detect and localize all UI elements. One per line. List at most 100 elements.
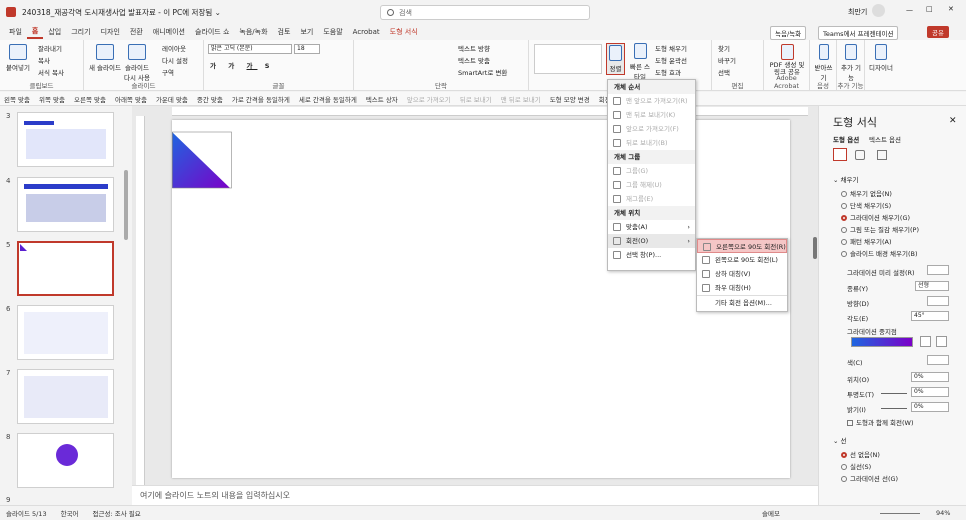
menu-rotate[interactable]: 회전(O) ›: [608, 234, 695, 248]
section-button[interactable]: 구역: [162, 67, 174, 77]
radio-picture-fill[interactable]: 그림 또는 질감 채우기(P): [841, 224, 919, 234]
smartart-button[interactable]: SmartArt로 변환: [458, 67, 507, 77]
add-stop-button[interactable]: [920, 336, 931, 347]
tab-text-options[interactable]: 텍스트 옵션: [869, 134, 901, 144]
quick-styles-button[interactable]: 빠른 스타일: [629, 43, 651, 81]
language-indicator[interactable]: 한국어: [61, 508, 79, 518]
shapes-gallery[interactable]: [534, 44, 602, 74]
tab-slideshow[interactable]: 슬라이드 쇼: [190, 27, 234, 37]
qat-bring-forward[interactable]: 앞으로 가져오기: [407, 94, 451, 104]
notes-toggle[interactable]: 슬메모: [762, 508, 780, 518]
record-button[interactable]: 녹음/녹화: [770, 26, 807, 40]
slide-thumbnail-selected[interactable]: [17, 241, 114, 296]
radio-solid-fill[interactable]: 단색 채우기(S): [841, 200, 891, 210]
share-button[interactable]: 공유: [927, 26, 949, 38]
slide-thumbnail[interactable]: [17, 305, 114, 360]
qat-distribute-v[interactable]: 세로 간격을 동일하게: [299, 94, 357, 104]
editor-scrollbar[interactable]: [813, 237, 817, 259]
tab-animations[interactable]: 애니메이션: [148, 27, 190, 37]
color-dropdown[interactable]: [927, 355, 949, 365]
radio-no-line[interactable]: 선 없음(N): [841, 449, 880, 459]
menu-bring-forward[interactable]: 앞으로 가져오기(F): [608, 122, 695, 136]
arrange-button[interactable]: 정렬: [606, 43, 625, 75]
minimize-button[interactable]: —: [906, 6, 913, 14]
shape-outline-button[interactable]: 도형 윤곽선: [655, 55, 687, 65]
tab-design[interactable]: 디자인: [96, 27, 125, 37]
tab-shape-options[interactable]: 도형 옵션: [833, 134, 859, 144]
brightness-input[interactable]: 0%: [911, 402, 949, 412]
menu-group[interactable]: 그룹(G): [608, 164, 695, 178]
menu-send-to-back[interactable]: 맨 뒤로 보내기(K): [608, 108, 695, 122]
gradient-stops-bar[interactable]: [851, 337, 913, 347]
reset-button[interactable]: 다시 설정: [162, 55, 188, 65]
fill-line-icon[interactable]: [833, 148, 847, 161]
direction-dropdown[interactable]: [927, 296, 949, 306]
maximize-button[interactable]: □: [926, 5, 933, 13]
slide-thumbnail[interactable]: [17, 433, 114, 488]
transparency-input[interactable]: 0%: [911, 387, 949, 397]
find-button[interactable]: 찾기: [718, 43, 730, 53]
menu-regroup[interactable]: 재그룹(E): [608, 192, 695, 206]
qat-align-middle[interactable]: 중간 맞춤: [197, 94, 223, 104]
qat-distribute-h[interactable]: 가로 간격을 동일하게: [232, 94, 290, 104]
slide-thumbnail[interactable]: [17, 112, 114, 167]
qat-align-bottom[interactable]: 아래쪽 맞춤: [115, 94, 147, 104]
radio-solid-line[interactable]: 실선(S): [841, 461, 871, 471]
tab-acrobat[interactable]: Acrobat: [348, 28, 385, 36]
radio-pattern-fill[interactable]: 패턴 채우기(A): [841, 236, 892, 246]
menu-flip-vertical[interactable]: 상하 대칭(V): [697, 267, 787, 281]
shape-fill-button[interactable]: 도형 채우기: [655, 43, 687, 53]
accessibility-status[interactable]: 접근성: 조사 필요: [93, 508, 141, 518]
reuse-slide-button[interactable]: 슬라이드 다시 사용: [122, 44, 152, 82]
radio-gradient-line[interactable]: 그라데이션 선(G): [841, 473, 898, 483]
designer-button[interactable]: 디자이너: [869, 44, 893, 72]
tab-help[interactable]: 도움말: [318, 27, 347, 37]
tab-shape-format[interactable]: 도형 서식: [385, 27, 423, 37]
shape-effect-button[interactable]: 도형 효과: [655, 67, 681, 77]
angle-input[interactable]: 45°: [911, 311, 949, 321]
addins-button[interactable]: 추가 기능: [840, 44, 862, 82]
qat-send-backward[interactable]: 뒤로 보내기: [460, 94, 492, 104]
zoom-level[interactable]: 94%: [936, 509, 950, 517]
tab-record[interactable]: 녹음/녹화: [234, 27, 272, 37]
avatar[interactable]: [872, 4, 885, 17]
menu-rotate-right-90[interactable]: 오른쪽으로 90도 회전(R): [697, 239, 787, 253]
transparency-slider[interactable]: [881, 393, 907, 394]
rotate-with-shape-checkbox[interactable]: 도형과 함께 회전(W): [847, 417, 914, 427]
dictate-button[interactable]: 받아쓰기: [812, 44, 835, 82]
menu-rotate-left-90[interactable]: 왼쪽으로 90도 회전(L): [697, 253, 787, 267]
layout-button[interactable]: 레이아웃: [162, 43, 186, 53]
effects-icon[interactable]: [855, 150, 865, 160]
select-button[interactable]: 선택: [718, 67, 730, 77]
radio-background-fill[interactable]: 슬라이드 배경 채우기(B): [841, 248, 917, 258]
tab-home[interactable]: 홈: [26, 26, 44, 39]
menu-selection-pane[interactable]: 선택 창(P)...: [608, 248, 695, 262]
preset-gradients-dropdown[interactable]: [927, 265, 949, 275]
zoom-slider[interactable]: [880, 513, 920, 514]
tab-transitions[interactable]: 전환: [125, 27, 148, 37]
size-properties-icon[interactable]: [877, 150, 887, 160]
font-size-dropdown[interactable]: 18: [294, 44, 320, 54]
new-slide-button[interactable]: 새 슬라이드: [89, 44, 121, 72]
radio-gradient-fill[interactable]: 그라데이션 채우기(G): [841, 212, 910, 222]
qat-align-top[interactable]: 위쪽 맞춤: [39, 94, 65, 104]
close-button[interactable]: ✕: [948, 5, 954, 13]
pane-close-icon[interactable]: ✕: [949, 116, 957, 126]
format-painter-button[interactable]: 서식 복사: [38, 67, 64, 77]
copy-button[interactable]: 복사: [38, 55, 50, 65]
text-direction-button[interactable]: 텍스트 방향: [458, 43, 490, 53]
menu-send-backward[interactable]: 뒤로 보내기(B): [608, 136, 695, 150]
tab-view[interactable]: 보기: [295, 27, 318, 37]
menu-ungroup[interactable]: 그룹 해제(U): [608, 178, 695, 192]
radio-no-fill[interactable]: 채우기 없음(N): [841, 188, 892, 198]
slide-thumbnail[interactable]: [17, 369, 114, 424]
menu-flip-horizontal[interactable]: 좌우 대칭(H): [697, 281, 787, 295]
menu-bring-to-front[interactable]: 맨 앞으로 가져오기(R): [608, 94, 695, 108]
cut-button[interactable]: 잘라내기: [38, 43, 62, 53]
user-name[interactable]: 최만기: [848, 7, 867, 17]
notes-area[interactable]: 여기에 슬라이드 노트의 내용을 입력하십시오: [132, 485, 818, 505]
qat-send-to-back[interactable]: 맨 뒤로 보내기: [501, 94, 541, 104]
thumbnail-scrollbar[interactable]: [124, 170, 128, 240]
paste-button[interactable]: 붙여넣기: [6, 44, 30, 72]
line-section-header[interactable]: ⌄ 선: [833, 435, 847, 445]
